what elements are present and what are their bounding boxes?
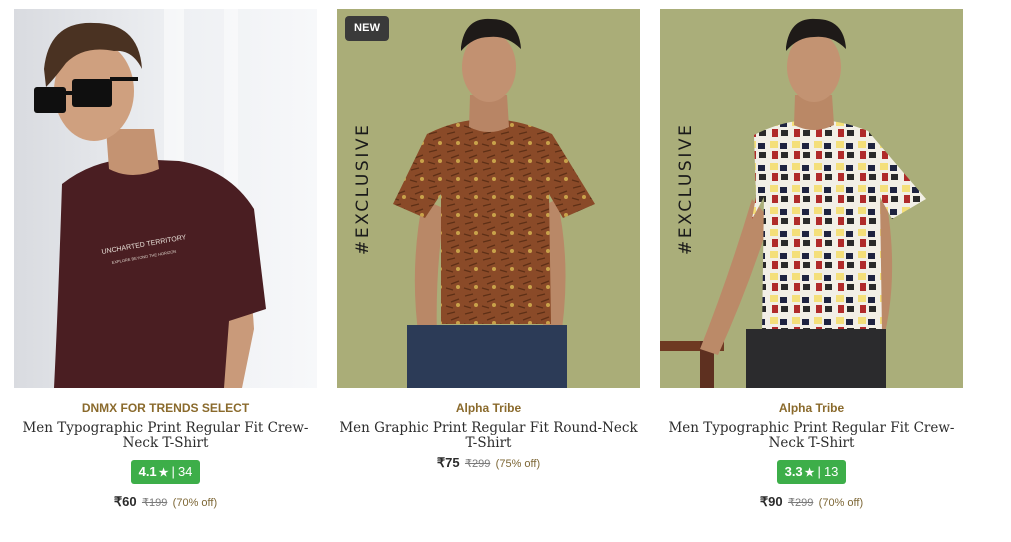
product-grid: UNCHARTED TERRITORY EXPLORE BEYOND THE H… [14, 9, 964, 529]
rating-badge: 3.3 ★ | 13 [776, 460, 847, 484]
brand-name[interactable]: Alpha Tribe [660, 400, 963, 416]
product-image[interactable]: UNCHARTED TERRITORY EXPLORE BEYOND THE H… [14, 9, 317, 388]
selling-price: ₹90 [759, 494, 783, 509]
product-card[interactable]: UNCHARTED TERRITORY EXPLORE BEYOND THE H… [14, 9, 317, 511]
star-icon: ★ [158, 467, 169, 479]
product-photo-alpha-tribe-brown [337, 9, 640, 388]
selling-price: ₹60 [113, 494, 137, 509]
discount-label: (75% off) [495, 458, 541, 470]
original-price: ₹299 [464, 458, 491, 470]
product-photo-alpha-tribe-print [660, 9, 963, 388]
rating-count: 34 [177, 464, 193, 479]
exclusive-label: #EXCLUSIVE [353, 122, 373, 255]
product-card[interactable]: #EXCLUSIVE Alpha Tribe Men Typographic P… [660, 9, 963, 511]
rating-separator: | [171, 464, 175, 479]
original-price: ₹299 [787, 497, 814, 509]
product-image[interactable]: NEW #EXCLUSIVE [337, 9, 640, 388]
original-price: ₹199 [141, 497, 168, 509]
price-row: ₹90 ₹299 (70% off) [660, 494, 963, 511]
price-row: ₹60 ₹199 (70% off) [14, 494, 317, 511]
star-icon: ★ [804, 467, 815, 479]
exclusive-label: #EXCLUSIVE [676, 122, 696, 255]
rating-value: 3.3 [784, 464, 803, 479]
rating-badge: 4.1 ★ | 34 [130, 460, 201, 484]
product-photo-dnmx: UNCHARTED TERRITORY EXPLORE BEYOND THE H… [14, 9, 317, 388]
rating-value: 4.1 [138, 464, 157, 479]
discount-label: (70% off) [818, 497, 864, 509]
new-badge: NEW [345, 16, 390, 41]
discount-label: (70% off) [172, 497, 218, 509]
price-row: ₹75 ₹299 (75% off) [337, 455, 640, 472]
product-card[interactable]: NEW #EXCLUSIVE Alpha Tribe Men Graphic P… [337, 9, 640, 472]
product-name[interactable]: Men Typographic Print Regular Fit Crew-N… [660, 421, 963, 451]
product-image[interactable]: #EXCLUSIVE [660, 9, 963, 388]
brand-name[interactable]: DNMX FOR TRENDS SELECT [14, 400, 317, 416]
product-name[interactable]: Men Typographic Print Regular Fit Crew-N… [14, 421, 317, 451]
selling-price: ₹75 [436, 455, 460, 470]
product-name[interactable]: Men Graphic Print Regular Fit Round-Neck… [337, 421, 640, 451]
rating-count: 13 [823, 464, 839, 479]
rating-separator: | [817, 464, 821, 479]
brand-name[interactable]: Alpha Tribe [337, 400, 640, 416]
